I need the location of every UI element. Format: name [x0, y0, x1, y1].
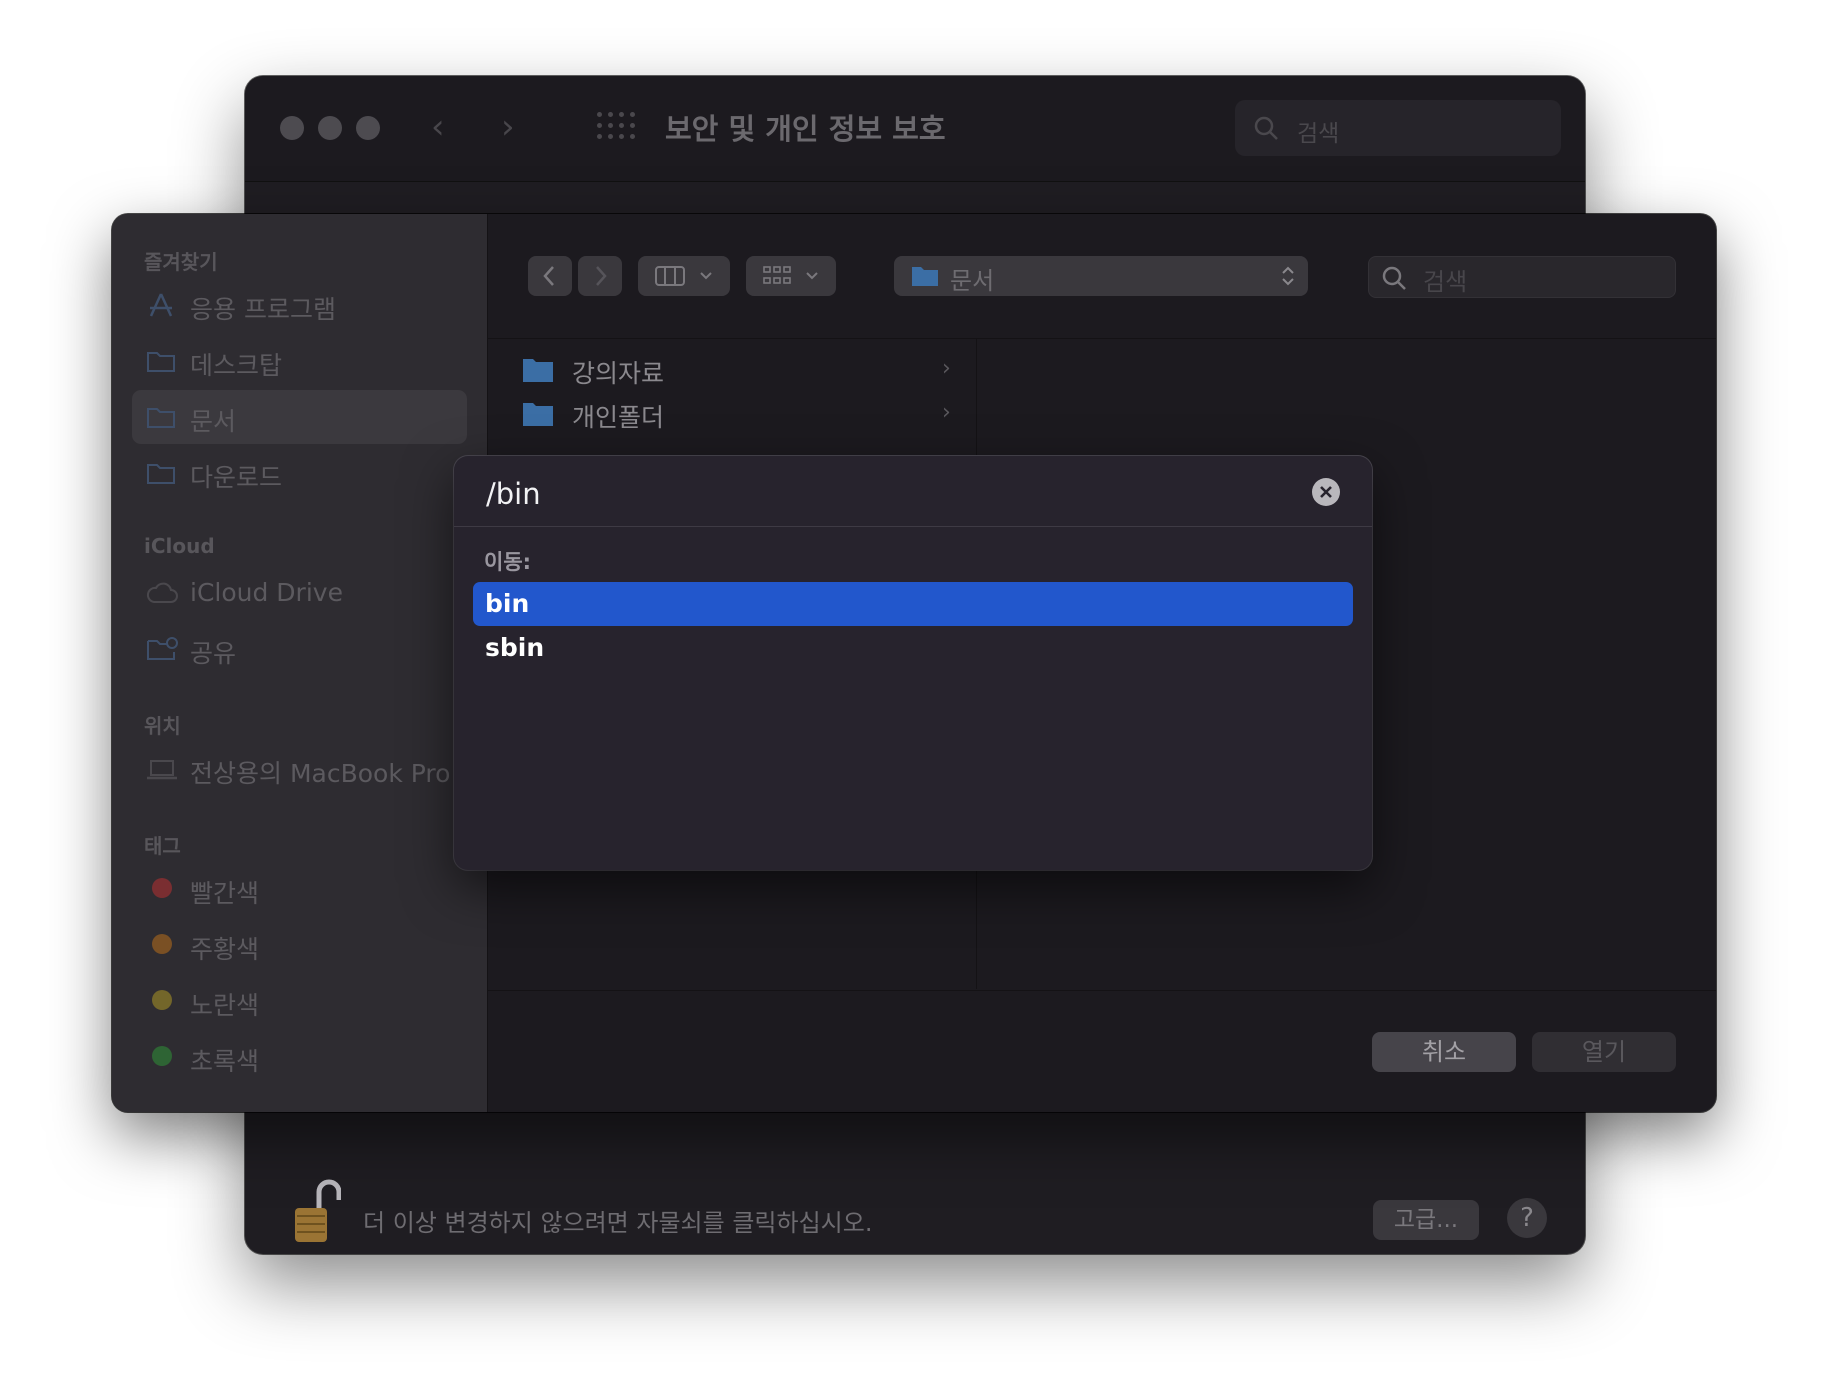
laptop-icon: [147, 760, 177, 780]
sidebar-item-shared[interactable]: 공유: [132, 622, 467, 676]
help-button[interactable]: ?: [1507, 1198, 1547, 1238]
sidebar-item-documents[interactable]: 문서: [132, 390, 467, 444]
panel-search-field[interactable]: 검색: [1368, 256, 1676, 298]
group-by-button[interactable]: [746, 256, 836, 296]
file-row[interactable]: 강의자료 ›: [522, 350, 962, 390]
chevron-right-icon: [596, 266, 607, 286]
preferences-search-field[interactable]: 검색: [1235, 100, 1561, 156]
cloud-icon: [146, 582, 178, 603]
path-popup-button[interactable]: 문서: [894, 256, 1308, 296]
cancel-button[interactable]: 취소: [1372, 1032, 1516, 1072]
sidebar-item-tag-yellow[interactable]: 노란색: [132, 974, 467, 1028]
search-placeholder: 검색: [1297, 121, 1340, 147]
chevron-right-icon: ›: [942, 356, 951, 381]
folder-icon: [523, 359, 553, 382]
sidebar-item-label: 다운로드: [190, 463, 283, 492]
sidebar-item-icloud-drive[interactable]: iCloud Drive: [132, 566, 467, 620]
sidebar-item-label: 데스크탑: [190, 351, 283, 380]
title-bar: ‹ › 보안 및 개인 정보 보호 검색: [245, 76, 1585, 182]
chevron-left-icon: [543, 266, 554, 286]
sidebar-item-tag-orange[interactable]: 주황색: [132, 918, 467, 972]
sidebar-item-label: 빨간색: [190, 879, 260, 908]
lock-instruction-text: 더 이상 변경하지 않으려면 자물쇠를 클릭하십시오.: [363, 1209, 873, 1237]
sidebar-item-downloads[interactable]: 다운로드: [132, 446, 467, 500]
sidebar-item-label: 초록색: [190, 1047, 260, 1076]
folder-icon: [912, 267, 938, 286]
sidebar-item-desktop[interactable]: 데스크탑: [132, 334, 467, 388]
sidebar-item-label: 공유: [190, 639, 237, 668]
open-button[interactable]: 열기: [1532, 1032, 1676, 1072]
zoom-window-button[interactable]: [356, 116, 380, 140]
sheet-divider: [454, 526, 1372, 527]
window-footer: 더 이상 변경하지 않으려면 자물쇠를 클릭하십시오. 고급... ?: [245, 1106, 1585, 1254]
sidebar-item-tag-red[interactable]: 빨간색: [132, 862, 467, 916]
file-name: 강의자료: [572, 359, 665, 388]
sidebar-item-macbook[interactable]: 전상용의 MacBook Pro: [132, 742, 467, 796]
sidebar-item-label: 문서: [190, 407, 237, 436]
window-title: 보안 및 개인 정보 보호: [665, 112, 946, 146]
sidebar-item-applications[interactable]: 응용 프로그램: [132, 278, 467, 332]
show-all-grid-icon[interactable]: [597, 112, 635, 142]
unlocked-padlock-icon[interactable]: [293, 1178, 341, 1244]
sidebar-item-label: 전상용의 MacBook Pro: [190, 759, 451, 788]
result-item-sbin[interactable]: sbin: [473, 626, 1353, 670]
folder-icon: [523, 403, 553, 426]
green-tag-dot-icon: [152, 1046, 172, 1066]
locations-section-title: 위치: [144, 714, 181, 738]
columns-view-icon: [655, 266, 712, 286]
sidebar: 즐겨찾기 응용 프로그램 데스크탑 문서 다운로드 iCloud iCloud …: [112, 214, 488, 1112]
result-item-label: sbin: [485, 633, 545, 662]
advanced-button[interactable]: 고급...: [1373, 1200, 1479, 1240]
close-window-button[interactable]: [280, 116, 304, 140]
file-row[interactable]: 개인폴더 ›: [522, 394, 962, 434]
favorites-section-title: 즐겨찾기: [144, 250, 218, 274]
current-folder-label: 문서: [950, 267, 995, 295]
minimize-window-button[interactable]: [318, 116, 342, 140]
sidebar-item-label: 주황색: [190, 935, 260, 964]
search-icon: [1382, 266, 1406, 290]
search-icon: [1254, 116, 1278, 140]
back-arrow-icon[interactable]: ‹: [431, 110, 445, 144]
icloud-section-title: iCloud: [144, 534, 215, 558]
path-input[interactable]: [484, 470, 1268, 518]
folder-icon: [147, 464, 175, 484]
clear-input-button[interactable]: [1312, 478, 1340, 506]
forward-button[interactable]: [578, 256, 622, 296]
sidebar-item-label: 노란색: [190, 991, 260, 1020]
toolbar-divider: [488, 338, 1716, 339]
shared-folder-icon: [147, 637, 178, 660]
result-item-label: bin: [485, 589, 530, 618]
tags-section-title: 태그: [144, 834, 181, 858]
view-mode-columns-button[interactable]: [638, 256, 730, 296]
folder-icon: [147, 408, 175, 428]
up-down-chevron-icon: [1282, 266, 1294, 286]
chevron-right-icon: ›: [942, 400, 951, 425]
applications-icon: [149, 293, 173, 317]
result-item-bin[interactable]: bin: [473, 582, 1353, 626]
yellow-tag-dot-icon: [152, 990, 172, 1010]
sidebar-item-tag-green[interactable]: 초록색: [132, 1030, 467, 1084]
forward-arrow-icon[interactable]: ›: [501, 110, 515, 144]
file-name: 개인폴더: [572, 403, 665, 432]
footer-divider: [488, 990, 1716, 991]
grid-group-icon: [763, 266, 818, 284]
sidebar-item-label: iCloud Drive: [190, 578, 343, 607]
folder-icon: [147, 352, 175, 372]
search-placeholder: 검색: [1423, 268, 1468, 296]
sidebar-item-label: 응용 프로그램: [190, 295, 336, 324]
go-section-label: 이동:: [484, 550, 532, 574]
red-tag-dot-icon: [152, 878, 172, 898]
back-button[interactable]: [528, 256, 572, 296]
close-icon: [1320, 486, 1332, 498]
orange-tag-dot-icon: [152, 934, 172, 954]
go-to-folder-sheet: 이동: bin sbin: [454, 456, 1372, 870]
